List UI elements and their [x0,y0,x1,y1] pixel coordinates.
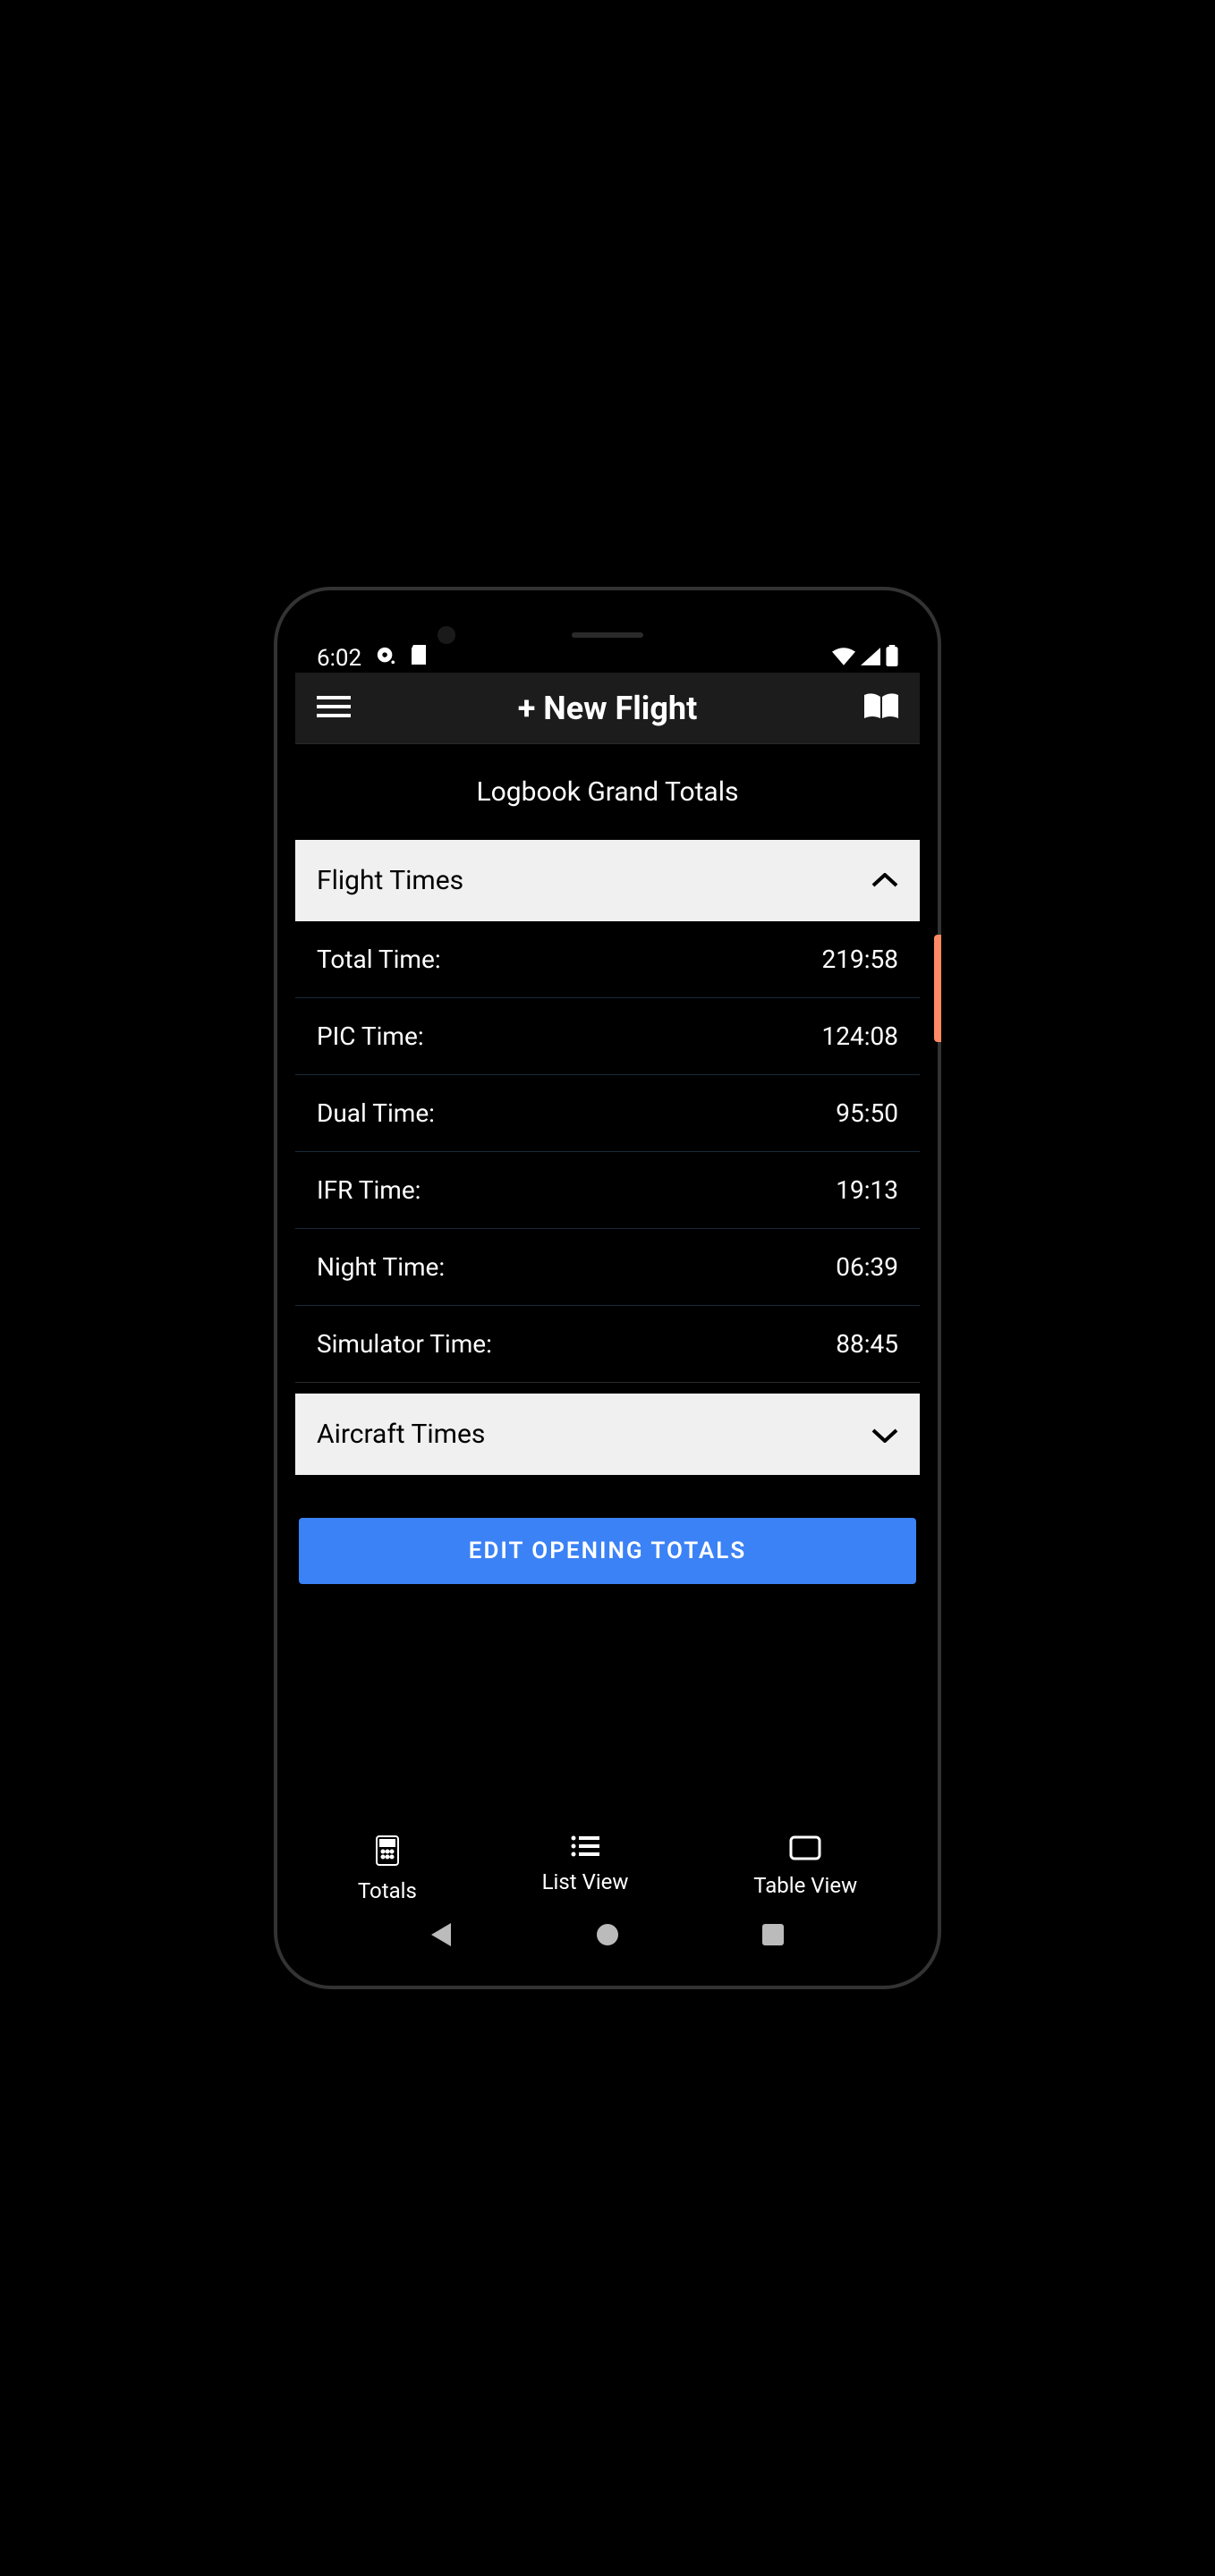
row-value: 219:58 [822,945,898,974]
tab-label: Table View [753,1873,857,1898]
sd-card-icon [410,645,428,673]
tab-label: Totals [358,1878,417,1903]
row-label: Night Time: [317,1252,445,1282]
book-icon[interactable] [864,693,898,724]
row-value: 95:50 [836,1098,898,1128]
flight-times-label: Flight Times [317,865,463,896]
list-icon [571,1835,599,1862]
tab-totals[interactable]: Totals [358,1835,417,1903]
row-label: PIC Time: [317,1021,424,1051]
speaker-grille [572,632,643,638]
row-label: Dual Time: [317,1098,435,1128]
chevron-up-icon [871,865,898,896]
aircraft-times-header[interactable]: Aircraft Times [295,1394,920,1475]
row-value: 19:13 [836,1175,898,1205]
chevron-down-icon [871,1419,898,1450]
row-dual-time: Dual Time: 95:50 [295,1075,920,1152]
row-label: Simulator Time: [317,1329,492,1359]
phone-frame: 6:02 [277,590,938,1986]
front-camera [438,626,455,644]
nav-home-button[interactable] [596,1923,619,1950]
tab-label: List View [542,1869,629,1894]
row-total-time: Total Time: 219:58 [295,921,920,998]
main-content: Logbook Grand Totals Flight Times Total … [295,744,920,1968]
row-ifr-time: IFR Time: 19:13 [295,1152,920,1229]
table-icon [789,1835,821,1866]
bottom-tabs: Totals List View Table View [295,1819,920,1914]
edit-opening-totals-button[interactable]: EDIT OPENING TOTALS [299,1518,916,1584]
app-bar-title[interactable]: + New Flight [518,690,698,727]
android-nav-bar [295,1914,920,1968]
tab-table-view[interactable]: Table View [753,1835,857,1903]
tab-list-view[interactable]: List View [542,1835,629,1903]
row-label: IFR Time: [317,1175,421,1205]
row-night-time: Night Time: 06:39 [295,1229,920,1306]
side-indicator [934,935,941,1042]
flight-times-rows: Total Time: 219:58 PIC Time: 124:08 Dual… [295,921,920,1383]
disc-icon [376,645,395,672]
page-title: Logbook Grand Totals [295,744,920,840]
status-left: 6:02 [317,645,428,673]
row-value: 88:45 [836,1329,898,1359]
phone-screen: 6:02 [295,608,920,1968]
spacer [295,1584,920,1819]
row-label: Total Time: [317,945,441,974]
signal-icon [861,645,880,672]
app-bar: + New Flight [295,673,920,744]
phone-notch [554,626,661,644]
row-value: 124:08 [822,1021,898,1051]
row-pic-time: PIC Time: 124:08 [295,998,920,1075]
nav-recent-button[interactable] [762,1924,784,1949]
nav-back-button[interactable] [431,1923,453,1950]
row-simulator-time: Simulator Time: 88:45 [295,1306,920,1383]
menu-icon[interactable] [317,694,351,723]
row-value: 06:39 [836,1252,898,1282]
calculator-icon [376,1835,399,1871]
aircraft-times-label: Aircraft Times [317,1419,485,1450]
flight-times-header[interactable]: Flight Times [295,840,920,921]
wifi-icon [832,645,855,672]
battery-icon [886,645,898,673]
status-right [832,645,898,673]
status-time: 6:02 [317,645,361,672]
